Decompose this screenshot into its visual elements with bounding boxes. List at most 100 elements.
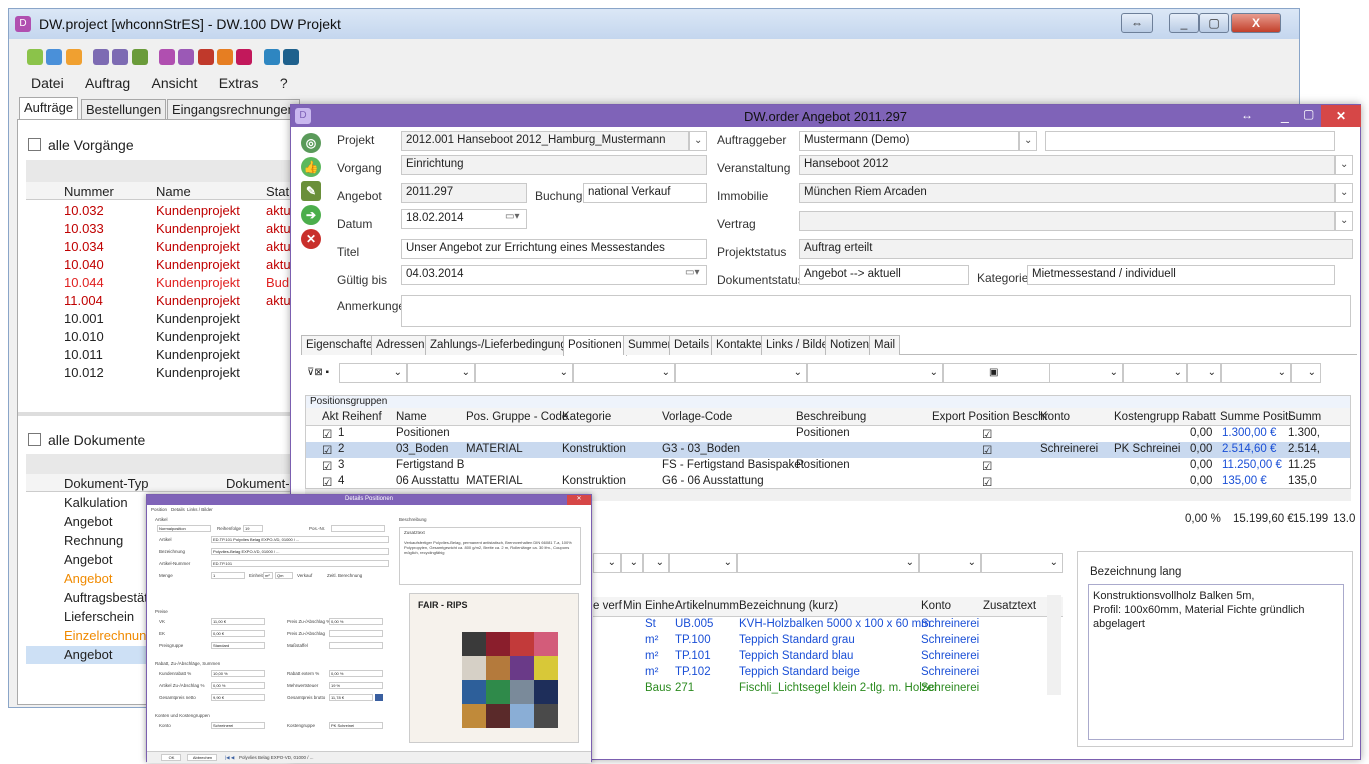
filter-name[interactable]: ⌄ — [475, 363, 573, 383]
filter-summ[interactable]: ⌄ — [1291, 363, 1321, 383]
pos-filter-6[interactable]: ⌄ — [919, 553, 981, 573]
anmerkungen-field[interactable] — [401, 295, 1351, 327]
order-row[interactable]: 11.004 Kundenprojekt aktu — [26, 292, 302, 310]
order-row[interactable]: 10.044 Kundenprojekt Bud — [26, 274, 302, 292]
vorgang-field[interactable]: Einrichtung — [401, 155, 707, 175]
buchung-select[interactable]: national Verkauf — [583, 183, 707, 203]
ph-verf[interactable]: e verf — [593, 600, 622, 612]
projektstatus-field[interactable]: Auftrag erteilt — [799, 239, 1353, 259]
auftraggeber-extra-field[interactable] — [1045, 131, 1335, 151]
tab-eingangsrechnungen[interactable]: Eingangsrechnungen — [167, 99, 300, 120]
gh-beschreibung[interactable]: Beschreibung — [796, 411, 866, 423]
chart-icon[interactable] — [283, 49, 300, 65]
group-active-checkbox[interactable]: ☑ — [322, 459, 332, 473]
gh-akt[interactable]: Akt — [322, 411, 339, 423]
document-icon[interactable] — [197, 49, 214, 65]
ph-einheit[interactable]: Einhe — [645, 600, 674, 612]
filter-code[interactable]: ⌄ — [573, 363, 675, 383]
description-box[interactable]: Zusatztext Verkaufsfertiger Polyvlies-Be… — [399, 527, 581, 585]
gh-vorlage[interactable]: Vorlage-Code — [662, 411, 732, 423]
auftraggeber-dropdown[interactable]: ⌄ — [1019, 131, 1037, 151]
group-row[interactable]: ☑ 2 ☑ 03_Boden MATERIAL Konstruktion G3 - 03_B… — [306, 442, 1350, 458]
menu-datei[interactable]: Datei — [31, 75, 64, 91]
zeitl-berechnung-radio[interactable]: Zeitl. Berechnung — [327, 573, 362, 578]
titel-field[interactable]: Unser Angebot zur Errichtung eines Messe… — [401, 239, 707, 259]
minimize-button[interactable]: _ — [1169, 13, 1199, 33]
report-icon[interactable] — [236, 49, 253, 65]
qm-select[interactable]: Qm — [275, 572, 293, 579]
gh-reihenf[interactable]: Reihenf — [342, 411, 382, 423]
all-processes-checkbox[interactable] — [28, 138, 41, 151]
detail-tab-position[interactable]: Position — [151, 507, 167, 512]
abbrechen-button[interactable]: Abbrechen — [187, 754, 217, 761]
tab-kontakte[interactable]: Kontakte — [711, 335, 767, 355]
detail-tab-details[interactable]: Details — [171, 507, 185, 512]
group-row[interactable]: ☑ 3 ☑ Fertigstand B FS - Fertigstand Basispa… — [306, 458, 1350, 474]
gh-export[interactable]: Export Position Beschr — [932, 411, 1048, 423]
group-export-checkbox[interactable]: ☑ — [982, 427, 992, 441]
group-active-checkbox[interactable]: ☑ — [322, 443, 332, 457]
all-documents-checkbox[interactable] — [28, 433, 41, 446]
filter-reihenf[interactable]: ⌄ — [407, 363, 475, 383]
mail-icon[interactable] — [46, 49, 63, 65]
gh-name[interactable]: Name — [396, 411, 427, 423]
pos-filter-2[interactable]: ⌄ — [621, 553, 643, 573]
restore-arrows-button[interactable]: ⇔ — [1121, 13, 1153, 33]
vk-field[interactable]: 11,00 € — [211, 618, 265, 625]
artikel-zu-field[interactable]: 0,00 % — [211, 682, 265, 689]
purchase-icon[interactable] — [159, 49, 176, 65]
ok-button[interactable]: OK — [161, 754, 181, 761]
dokumentstatus-select[interactable]: Angebot --> aktuell — [799, 265, 969, 285]
veranstaltung-dropdown[interactable]: ⌄ — [1335, 155, 1353, 175]
order-row[interactable]: 10.012 Kundenprojekt — [26, 364, 302, 382]
order-row[interactable]: 10.040 Kundenprojekt aktu — [26, 256, 302, 274]
maximize-button[interactable]: ▢ — [1199, 13, 1229, 33]
gh-kategorie[interactable]: Kategorie — [562, 411, 611, 423]
order-row[interactable]: 10.010 Kundenprojekt — [26, 328, 302, 346]
order-row[interactable]: 10.001 Kundenprojekt — [26, 310, 302, 328]
gh-konto[interactable]: Konto — [1040, 411, 1070, 423]
immobilie-field[interactable]: München Riem Arcaden — [799, 183, 1335, 203]
address-icon[interactable] — [131, 49, 148, 65]
order-titlebar[interactable]: D DW.order Angebot 2011.297 ↔ _ ▢ ✕ — [291, 105, 1361, 127]
globe-icon[interactable]: ◎ — [301, 133, 321, 153]
col-nummer[interactable]: Nummer — [64, 184, 114, 199]
group-active-checkbox[interactable]: ☑ — [322, 427, 332, 441]
positions-vscroll[interactable] — [1047, 595, 1061, 695]
gh-summe[interactable]: Summe Positi — [1220, 411, 1291, 423]
group-row[interactable]: ☑ 1 ☑ Positionen Positionen 0,00 1.300,00 € 1.3… — [306, 426, 1350, 442]
invoice-icon[interactable] — [178, 49, 195, 65]
mwst-select[interactable]: 19 % — [329, 682, 383, 689]
pos-filter-4[interactable]: ⌄ — [669, 553, 737, 573]
filter-konto[interactable]: ⌄ — [1049, 363, 1123, 383]
normalposition-select[interactable]: Normalposition — [157, 525, 211, 532]
preisgruppe-select[interactable]: Standard — [211, 642, 265, 649]
brutto-field[interactable]: 11,78 € — [329, 694, 373, 701]
pos-filter-5[interactable]: ⌄ — [737, 553, 919, 573]
main-titlebar[interactable]: D DW.project [whconnStrES] - DW.100 DW P… — [9, 9, 1299, 39]
group-active-checkbox[interactable]: ☑ — [322, 475, 332, 488]
projekt-dropdown[interactable]: ⌄ — [689, 131, 707, 151]
konto-select[interactable]: Schreinerei — [211, 722, 265, 729]
order-row[interactable]: 10.011 Kundenprojekt — [26, 346, 302, 364]
tab-positionen[interactable]: Positionen — [563, 335, 627, 356]
position-row[interactable]: m² TP.100 Teppich Standard grau Schreinerei — [593, 633, 1047, 649]
pos-nr-field[interactable] — [331, 525, 385, 532]
filter-export-checkbox[interactable]: ▣ — [989, 367, 998, 378]
nav-first-icon[interactable]: |◀ ◀ — [225, 755, 234, 761]
long-text-area[interactable]: Konstruktionsvollholz Balken 5m, Profil:… — [1088, 584, 1344, 740]
tab-auftraege[interactable]: Aufträge — [19, 97, 79, 119]
filter-akt[interactable]: ⌄ — [339, 363, 407, 383]
pos-filter-3[interactable]: ⌄ — [643, 553, 669, 573]
col-name[interactable]: Name — [156, 184, 191, 199]
order-icon[interactable] — [112, 49, 129, 65]
thumbs-up-icon[interactable]: 👍 — [301, 157, 321, 177]
position-row[interactable]: m² TP.101 Teppich Standard blau Schreinerei — [593, 649, 1047, 665]
datum-calendar-icon[interactable]: ▭▾ — [505, 211, 519, 222]
filter-rabatt[interactable]: ⌄ — [1187, 363, 1221, 383]
order-row[interactable]: 10.032 Kundenprojekt aktu — [26, 202, 302, 220]
massstaffel-select[interactable] — [329, 642, 383, 649]
gueltig-calendar-icon[interactable]: ▭▾ — [685, 267, 699, 278]
sync-icon[interactable] — [263, 49, 280, 65]
ph-zusatztext[interactable]: Zusatztext — [983, 600, 1036, 612]
